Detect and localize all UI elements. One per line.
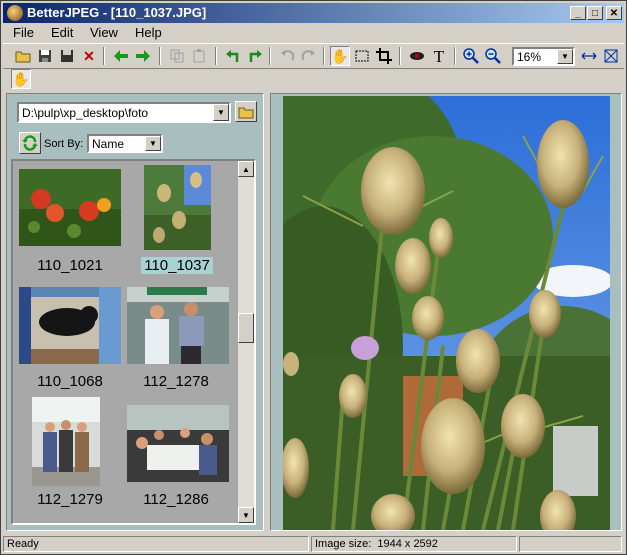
hand-tool-icon[interactable]: ✋ — [11, 69, 31, 89]
rotate-left-icon[interactable] — [223, 46, 243, 66]
thumbnail-110-1021[interactable] — [19, 169, 121, 246]
menu-file[interactable]: File — [13, 25, 34, 40]
zoom-value: 16% — [517, 50, 542, 64]
redo-icon[interactable] — [299, 46, 319, 66]
undo-icon[interactable] — [277, 46, 297, 66]
sort-by-label: Sort By: — [44, 138, 84, 150]
thumbnail-caption: 112_1286 — [143, 491, 209, 508]
red-eye-icon[interactable] — [407, 46, 427, 66]
status-image-size: Image size: 1944 x 2592 — [311, 536, 517, 552]
rotate-right-icon[interactable] — [245, 46, 265, 66]
thumbnail-110-1037[interactable] — [144, 165, 211, 250]
menu-view[interactable]: View — [90, 25, 118, 40]
delete-icon[interactable]: ✕ — [79, 46, 99, 66]
thumbnail-grid[interactable]: 110_1021 110_1037 110_1068 112_1278 112_… — [11, 159, 256, 525]
fit-width-icon[interactable] — [579, 46, 599, 66]
main-toolbar: ✕ ✋ T 16% ▼ — [3, 43, 624, 69]
refresh-button[interactable] — [19, 132, 41, 154]
scroll-down-icon[interactable]: ▼ — [238, 507, 254, 523]
thumbnail-scrollbar[interactable]: ▲ ▼ — [238, 161, 254, 523]
thumbnail-112-1278[interactable] — [127, 287, 229, 364]
scroll-thumb[interactable] — [238, 313, 254, 343]
chevron-down-icon[interactable]: ▼ — [557, 49, 573, 64]
chevron-down-icon[interactable]: ▼ — [213, 104, 229, 121]
toolbar-separator — [323, 47, 325, 65]
chevron-down-icon[interactable]: ▼ — [145, 136, 161, 151]
thumbnail-caption: 110_1068 — [37, 373, 103, 390]
thumbnail-112-1286[interactable] — [127, 405, 229, 482]
refresh-icon — [22, 135, 38, 151]
title-bar[interactable]: BetterJPEG - [110_1037.JPG] _ □ ✕ — [3, 3, 624, 23]
thumbnail-caption: 110_1021 — [37, 257, 103, 274]
thumbnail-110-1068[interactable] — [19, 287, 121, 364]
browse-folder-button[interactable] — [235, 101, 257, 122]
toolbar-separator — [159, 47, 161, 65]
thumbnail-112-1279[interactable] — [32, 397, 100, 486]
app-icon[interactable] — [7, 5, 23, 21]
image-view-panel — [270, 93, 622, 531]
save-icon[interactable] — [35, 46, 55, 66]
copy-icon[interactable] — [167, 46, 187, 66]
sort-by-combo[interactable]: Name ▼ — [87, 134, 163, 153]
toolbar-separator — [454, 47, 456, 65]
rect-select-icon[interactable] — [352, 46, 372, 66]
close-button[interactable]: ✕ — [606, 6, 622, 20]
fit-window-icon[interactable] — [601, 46, 621, 66]
status-bar: Ready Image size: 1944 x 2592 — [3, 535, 624, 553]
save-all-icon[interactable] — [57, 46, 77, 66]
folder-path-value: D:\pulp\xp_desktop\foto — [22, 106, 149, 120]
main-photo[interactable] — [283, 96, 610, 530]
menu-edit[interactable]: Edit — [51, 25, 73, 40]
text-tool-icon[interactable]: T — [429, 46, 449, 66]
hand-tool-icon[interactable]: ✋ — [330, 46, 350, 66]
zoom-in-icon[interactable] — [461, 46, 481, 66]
toolbar-separator — [399, 47, 401, 65]
open-folder-icon — [238, 107, 254, 118]
minimize-button[interactable]: _ — [570, 6, 586, 20]
sort-by-value: Name — [92, 137, 125, 151]
toolbar-separator — [215, 47, 217, 65]
menu-bar: File Edit View Help — [3, 24, 624, 42]
previous-arrow-icon[interactable] — [111, 46, 131, 66]
status-pane-empty — [519, 536, 622, 552]
zoom-combo[interactable]: 16% ▼ — [512, 47, 575, 66]
toolbar-separator — [269, 47, 271, 65]
folder-path-combo[interactable]: D:\pulp\xp_desktop\foto ▼ — [17, 102, 231, 123]
zoom-out-icon[interactable] — [483, 46, 503, 66]
menu-help[interactable]: Help — [135, 25, 162, 40]
scroll-up-icon[interactable]: ▲ — [238, 161, 254, 177]
open-folder-icon[interactable] — [13, 46, 33, 66]
window-title: BetterJPEG - [110_1037.JPG] — [27, 5, 207, 20]
thumbnail-caption: 112_1278 — [143, 373, 209, 390]
maximize-button[interactable]: □ — [587, 6, 603, 20]
thumbnail-caption-selected: 110_1037 — [141, 257, 213, 274]
status-ready: Ready — [3, 536, 309, 552]
paste-icon[interactable] — [189, 46, 209, 66]
next-arrow-icon[interactable] — [133, 46, 153, 66]
crop-icon[interactable] — [374, 46, 394, 66]
app-window: BetterJPEG - [110_1037.JPG] _ □ ✕ File E… — [0, 0, 627, 555]
secondary-toolbar: ✋ — [3, 68, 624, 92]
thumbnail-caption: 112_1279 — [37, 491, 103, 508]
toolbar-separator — [103, 47, 105, 65]
